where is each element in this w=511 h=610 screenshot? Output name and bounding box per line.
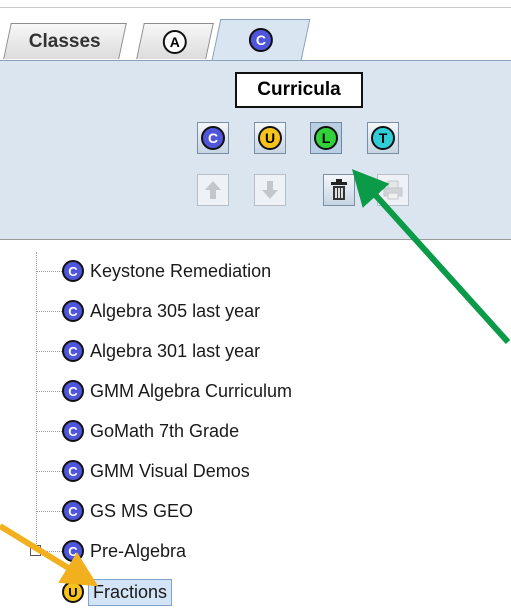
delete-button[interactable] [323,174,355,206]
c-badge-icon: C [62,380,84,402]
tooltip: Curricula [235,72,363,108]
move-down-button[interactable] [254,174,286,206]
tree-item-label: Algebra 301 last year [90,340,261,361]
tree-item[interactable]: C Pre-Algebra [36,532,186,570]
u-badge-icon: U [258,126,282,150]
trash-icon [331,179,347,200]
c-badge-icon: C [62,340,84,362]
tree-item-label: Keystone Remediation [90,260,272,281]
tree-item-label: GS MS GEO [90,500,194,521]
print-icon [383,180,403,200]
tab-classes[interactable]: Classes [3,23,127,59]
tab-classes-label: Classes [28,30,101,52]
add-curriculum-button[interactable]: C [197,122,229,154]
c-badge-icon: C [62,260,84,282]
tree-item[interactable]: C Algebra 305 last year [36,292,260,330]
add-unit-button[interactable]: U [254,122,286,154]
add-lesson-button[interactable]: L [310,122,342,154]
tab-curricula[interactable]: C [211,19,311,60]
a-badge-icon: A [162,29,187,54]
curricula-tree: C Keystone Remediation C Algebra 305 las… [0,252,511,608]
tree-item-label: Pre-Algebra [90,540,187,561]
c-badge-icon: C [62,540,84,562]
down-arrow-icon [262,181,278,199]
l-badge-icon: L [314,126,338,150]
tree-item[interactable]: C GS MS GEO [36,492,193,530]
tree-item-label: GoMath 7th Grade [90,420,240,441]
tree-item[interactable]: C GMM Algebra Curriculum [36,372,292,410]
move-up-button[interactable] [197,174,229,206]
print-button[interactable] [377,174,409,206]
tree-child-item[interactable]: U Fractions [62,574,173,610]
t-badge-icon: T [371,126,395,150]
tab-assignments[interactable]: A [136,23,214,59]
tree-item-label: GMM Visual Demos [90,460,250,481]
tab-strip: Classes A C [0,9,511,60]
up-arrow-icon [205,181,221,199]
tree-item[interactable]: C Algebra 301 last year [36,332,260,370]
c-badge-icon: C [201,126,225,150]
c-badge-icon: C [248,28,273,52]
add-topic-button[interactable]: T [367,122,399,154]
c-badge-icon: C [62,500,84,522]
tree-item-label: GMM Algebra Curriculum [90,380,293,401]
tree-item[interactable]: C GMM Visual Demos [36,452,250,490]
c-badge-icon: C [62,460,84,482]
tree-item[interactable]: C GoMath 7th Grade [36,412,239,450]
tree-item-label: Algebra 305 last year [90,300,261,321]
tree-item-label-selected: Fractions [88,578,173,606]
c-badge-icon: C [62,420,84,442]
c-badge-icon: C [62,300,84,322]
tree-item[interactable]: C Keystone Remediation [36,252,271,290]
collapse-toggle[interactable]: - [30,545,41,556]
window-top-border [0,0,511,8]
u-badge-icon: U [62,581,84,603]
